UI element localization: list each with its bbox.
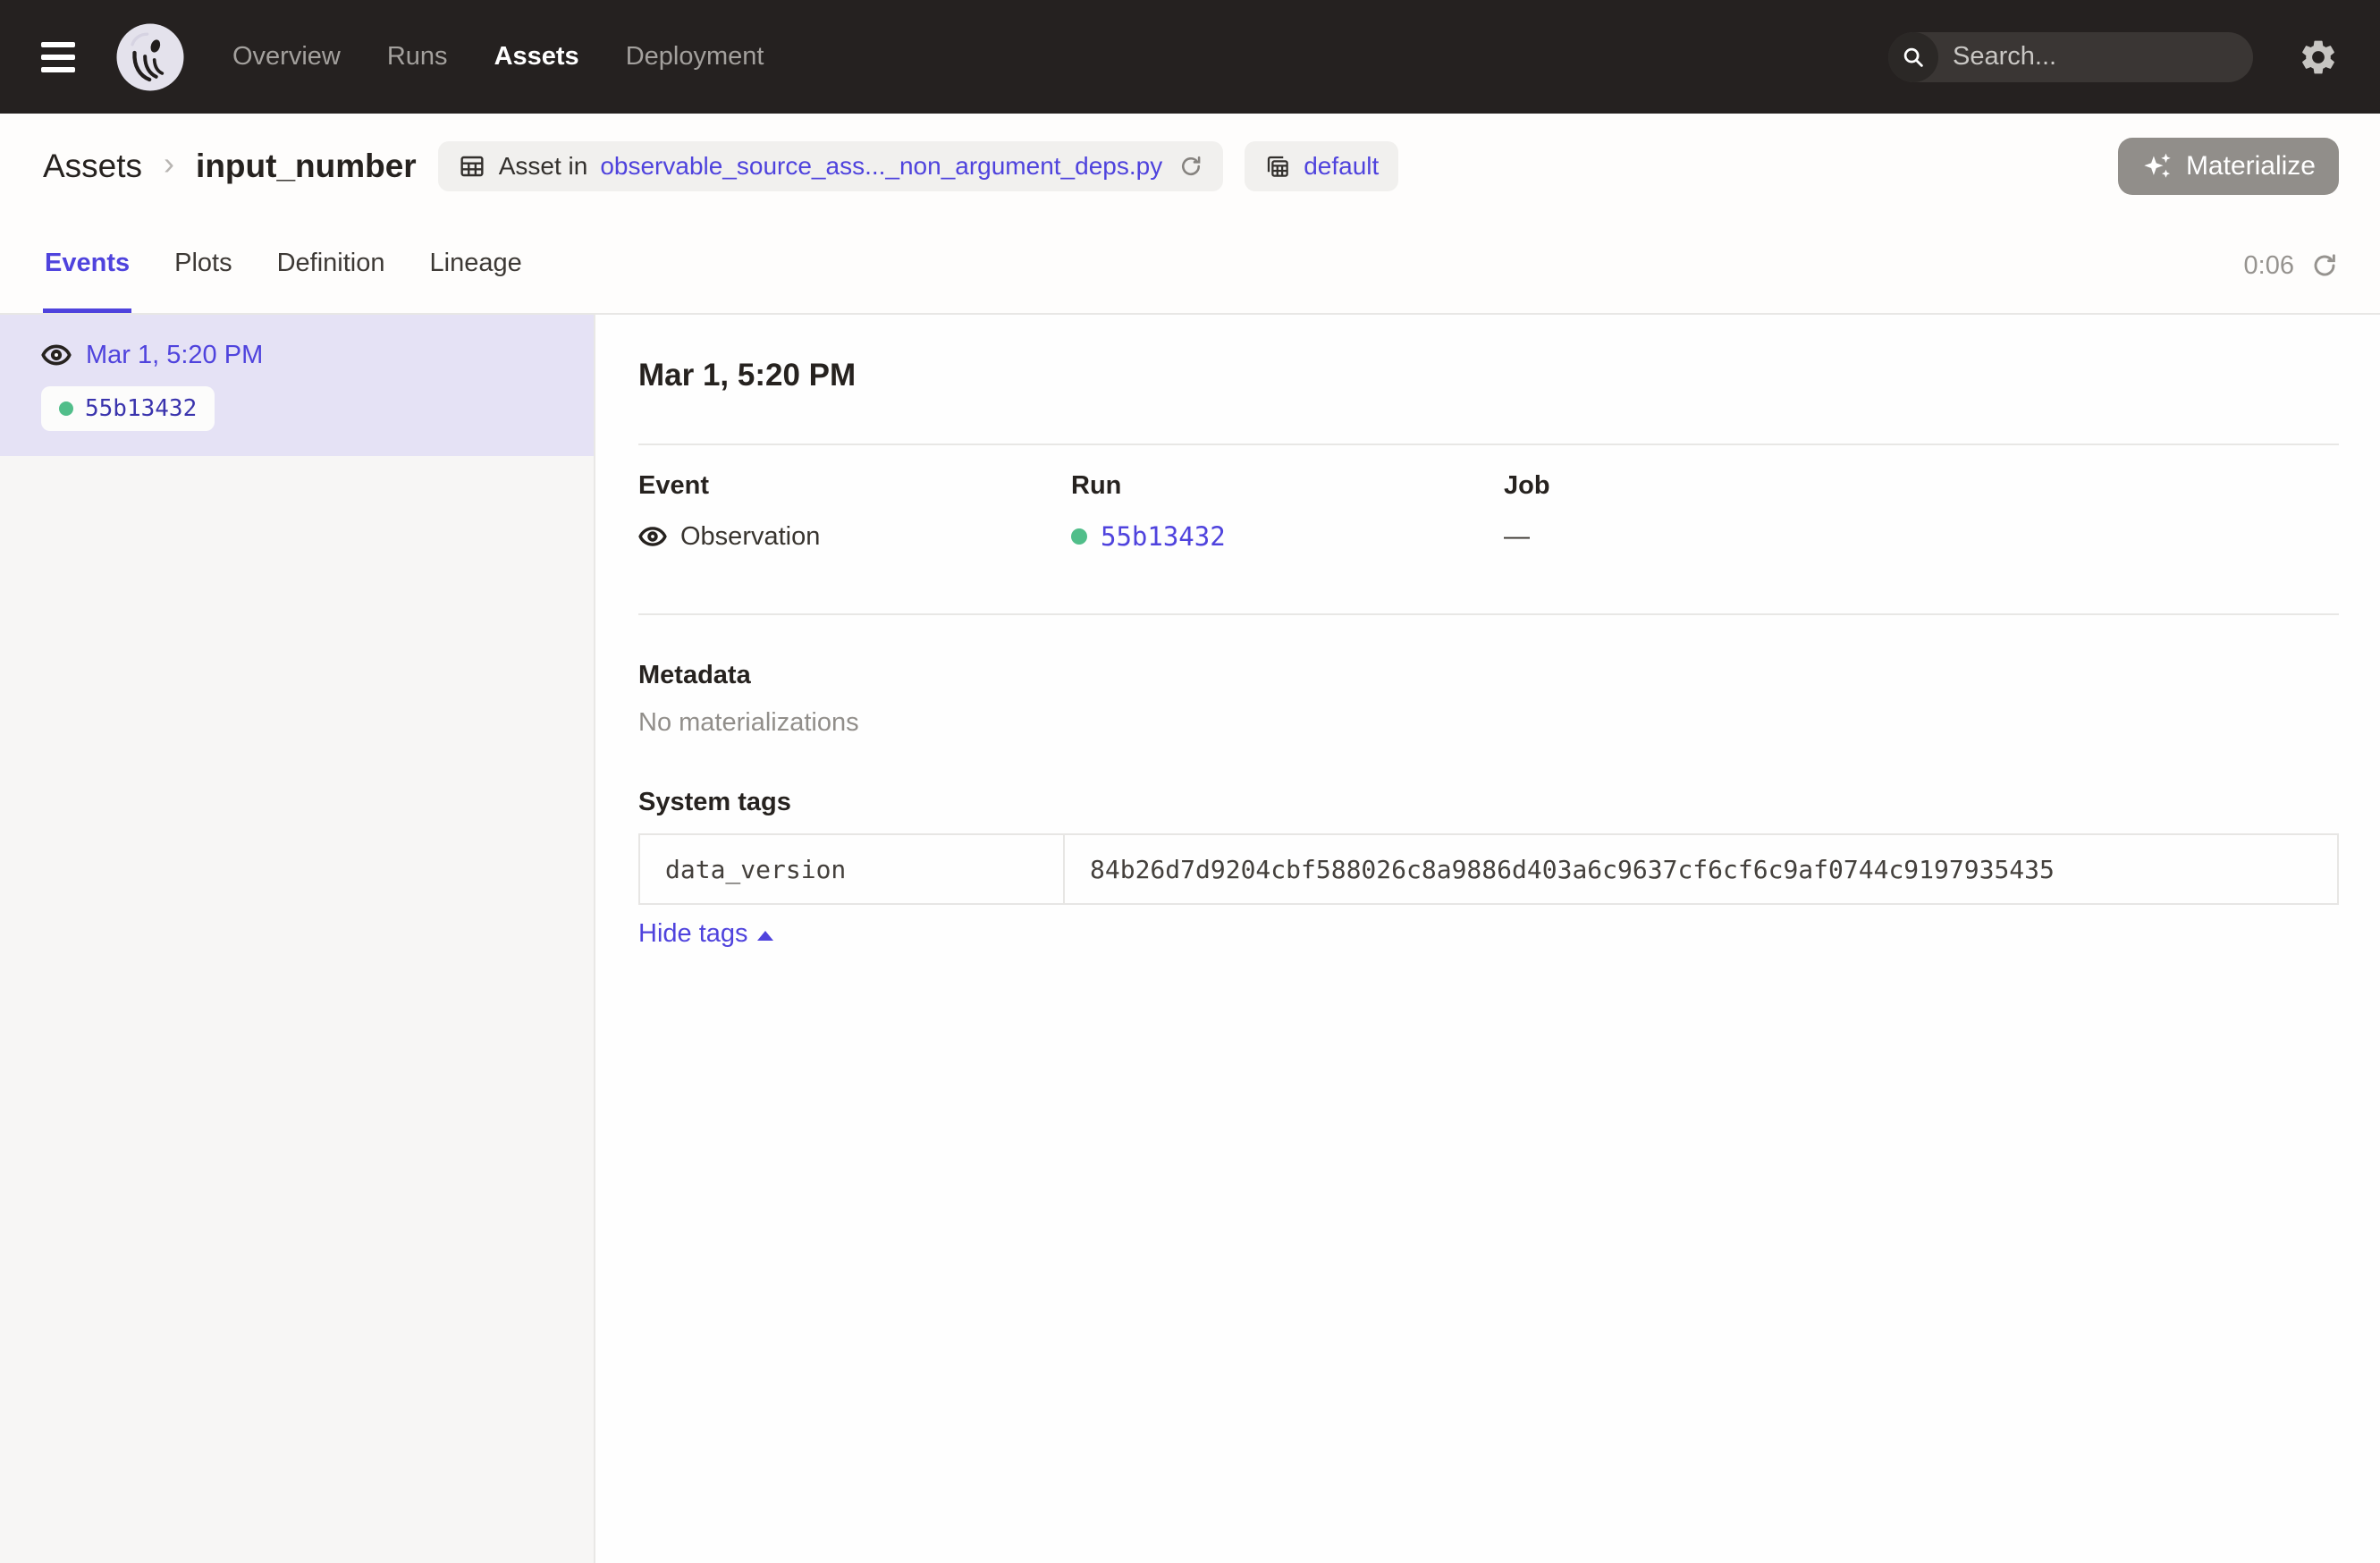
metadata-heading: Metadata	[638, 658, 2339, 692]
event-column-label: Event	[638, 469, 1071, 503]
system-tags-heading: System tags	[638, 785, 2339, 819]
code-location-label: default	[1304, 152, 1379, 181]
tag-key-cell: data_version	[639, 834, 1064, 904]
workspace-icon	[1264, 153, 1291, 180]
run-id-badge[interactable]: 55b13432	[41, 386, 215, 431]
event-list-sidebar: Mar 1, 5:20 PM 55b13432	[0, 315, 595, 1563]
system-tags-table: data_version 84b26d7d9204cbf588026c8a988…	[638, 833, 2339, 905]
table-icon	[458, 152, 486, 181]
tab-lineage[interactable]: Lineage	[428, 218, 524, 313]
run-status-dot	[59, 401, 73, 416]
run-column-label: Run	[1071, 469, 1504, 503]
search-input[interactable]	[1938, 42, 2253, 72]
page-title: input_number	[196, 148, 417, 185]
tab-definition[interactable]: Definition	[275, 218, 387, 313]
divider	[638, 613, 2339, 615]
event-detail-panel: Mar 1, 5:20 PM Event Observation	[595, 315, 2380, 1563]
asset-definition-badge: Asset in observable_source_ass..._non_ar…	[438, 141, 1223, 191]
job-empty-value: —	[1504, 519, 1530, 554]
run-id-link[interactable]: 55b13432	[1101, 519, 1226, 554]
nav-assets[interactable]: Assets	[494, 42, 579, 72]
event-type-value: Observation	[680, 519, 820, 554]
tab-events[interactable]: Events	[43, 218, 131, 313]
primary-nav: Overview Runs Assets Deployment	[232, 42, 764, 72]
nav-runs[interactable]: Runs	[387, 42, 448, 72]
breadcrumb: Assets › input_number Asset in observabl…	[0, 114, 2380, 218]
run-column: Run 55b13432	[1071, 469, 1504, 554]
chevron-up-icon	[757, 931, 773, 941]
asset-tabs: Events Plots Definition Lineage 0:06	[0, 218, 2380, 315]
asset-file-link[interactable]: observable_source_ass..._non_argument_de…	[600, 152, 1162, 181]
refresh-icon[interactable]	[2310, 251, 2339, 280]
settings-gear-icon[interactable]	[2298, 37, 2339, 78]
reload-definition-icon[interactable]	[1178, 154, 1203, 179]
job-column: Job —	[1504, 469, 2339, 554]
hide-tags-link[interactable]: Hide tags	[638, 919, 773, 949]
event-column: Event Observation	[638, 469, 1071, 554]
event-date: Mar 1, 5:20 PM	[86, 341, 263, 370]
search-box[interactable]: /	[1888, 32, 2253, 82]
job-column-label: Job	[1504, 469, 2339, 503]
hide-tags-label: Hide tags	[638, 919, 748, 949]
observation-eye-icon	[638, 522, 667, 551]
table-row: data_version 84b26d7d9204cbf588026c8a988…	[639, 834, 2338, 904]
nav-overview[interactable]: Overview	[232, 42, 341, 72]
breadcrumb-assets-link[interactable]: Assets	[43, 148, 142, 185]
dagster-logo-icon[interactable]	[114, 21, 186, 93]
materialize-button[interactable]: Materialize	[2118, 138, 2339, 195]
code-location-badge[interactable]: default	[1245, 141, 1398, 191]
top-navbar: Overview Runs Assets Deployment /	[0, 0, 2380, 114]
nav-deployment[interactable]: Deployment	[626, 42, 764, 72]
search-icon	[1888, 32, 1938, 82]
metadata-empty-text: No materializations	[638, 705, 2339, 740]
observation-eye-icon	[41, 340, 72, 370]
sparkles-icon	[2141, 151, 2173, 182]
asset-badge-prefix: Asset in	[499, 152, 588, 181]
refresh-countdown: 0:06	[2244, 251, 2294, 281]
tab-plots[interactable]: Plots	[173, 218, 233, 313]
menu-icon[interactable]	[41, 42, 80, 72]
event-list-item-selected[interactable]: Mar 1, 5:20 PM 55b13432	[0, 315, 594, 456]
run-status-dot	[1071, 528, 1087, 545]
divider	[638, 444, 2339, 445]
materialize-label: Materialize	[2186, 151, 2316, 182]
tag-value-cell: 84b26d7d9204cbf588026c8a9886d403a6c9637c…	[1064, 834, 2338, 904]
event-detail-title: Mar 1, 5:20 PM	[638, 356, 2339, 395]
run-id: 55b13432	[85, 395, 197, 422]
chevron-right-icon: ›	[164, 148, 174, 185]
